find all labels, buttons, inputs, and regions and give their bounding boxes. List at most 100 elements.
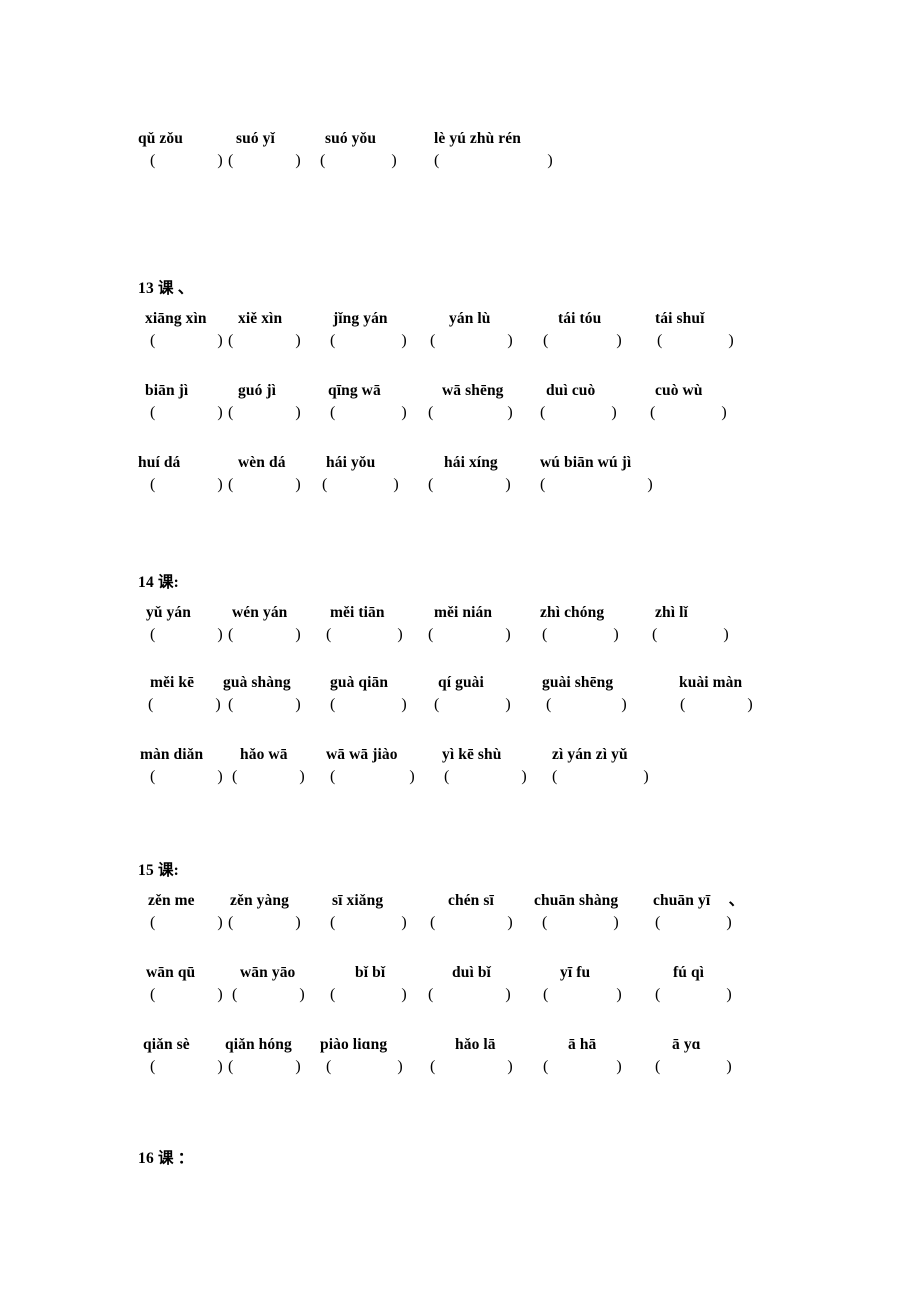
answer-blank[interactable]: (): [150, 624, 223, 646]
pinyin-word: měi nián: [434, 604, 493, 621]
paren-close: ): [295, 404, 301, 421]
pinyin-line: màn diǎn hǎo wā wā wā jiào yì kē shù zì yán …: [0, 744, 920, 768]
answer-blank[interactable]: (): [232, 984, 305, 1006]
answer-blank[interactable]: (): [542, 624, 619, 646]
pinyin-word: piào liɑng: [320, 1036, 388, 1053]
answer-blank[interactable]: (): [542, 912, 619, 934]
answer-blank[interactable]: (): [434, 694, 511, 716]
pinyin-word: màn diǎn: [140, 746, 204, 763]
answer-blank[interactable]: (): [330, 766, 415, 788]
answer-blank[interactable]: (): [652, 624, 729, 646]
pinyin-word: qǔ zǒu: [138, 130, 183, 147]
paren-open: (: [552, 768, 558, 785]
pinyin-word: yán lù: [449, 310, 491, 327]
paren-close: ): [217, 986, 223, 1003]
answer-blank[interactable]: (): [232, 766, 305, 788]
pinyin-word: suó yǒu: [325, 130, 377, 147]
answer-blank[interactable]: (): [228, 694, 301, 716]
answer-blank[interactable]: (): [228, 402, 301, 424]
answer-blank[interactable]: (): [228, 624, 301, 646]
answer-blank[interactable]: (): [434, 150, 553, 172]
pinyin-word: wén yán: [232, 604, 288, 621]
answer-blank[interactable]: (): [540, 402, 617, 424]
paren-close: ): [401, 404, 407, 421]
answer-blank[interactable]: (): [657, 330, 734, 352]
pinyin-word: hǎo wā: [240, 746, 288, 763]
answer-blank[interactable]: (): [655, 984, 732, 1006]
paren-close: ): [397, 1058, 403, 1075]
pinyin-word: duì cuò: [546, 382, 596, 399]
pinyin-word: guà qiān: [330, 674, 389, 691]
answer-blank[interactable]: (): [150, 330, 223, 352]
answer-blank[interactable]: (): [330, 402, 407, 424]
answer-blank[interactable]: (): [150, 402, 223, 424]
pinyin-word: zhì chóng: [540, 604, 605, 621]
paren-open: (: [543, 986, 549, 1003]
answer-blank[interactable]: (): [543, 330, 622, 352]
answer-blank[interactable]: (): [150, 474, 223, 496]
paren-open: (: [330, 404, 336, 421]
pinyin-line: huí dá wèn dá hái yǒu hái xíng wú biān wú jì: [0, 452, 920, 476]
pinyin-word: wā shēng: [442, 382, 504, 399]
answer-blanks-line: ()()()()()(): [0, 330, 920, 354]
answer-blank[interactable]: (): [655, 1056, 732, 1078]
answer-blank[interactable]: (): [330, 912, 407, 934]
answer-blank[interactable]: (): [430, 912, 513, 934]
paren-close: ): [547, 152, 553, 169]
answer-blank[interactable]: (): [322, 474, 399, 496]
pinyin-word: wā wā jiào: [326, 746, 398, 763]
answer-blank[interactable]: (): [320, 150, 397, 172]
answer-blank[interactable]: (): [330, 330, 407, 352]
paren-open: (: [655, 1058, 661, 1075]
answer-blank[interactable]: (): [680, 694, 753, 716]
answer-blank[interactable]: (): [150, 912, 223, 934]
answer-blank[interactable]: (): [150, 1056, 223, 1078]
paren-open: (: [150, 1058, 156, 1075]
pinyin-word: lè yú zhù rén: [434, 130, 521, 147]
answer-blank[interactable]: (): [655, 912, 732, 934]
answer-blanks-line: ()()()()()(): [0, 1056, 920, 1080]
answer-blank[interactable]: (): [228, 474, 301, 496]
paren-close: ): [401, 332, 407, 349]
answer-blank[interactable]: (): [428, 402, 513, 424]
answer-blank[interactable]: (): [650, 402, 727, 424]
paren-close: ): [217, 332, 223, 349]
answer-blank[interactable]: (): [330, 694, 407, 716]
answer-blank[interactable]: (): [326, 1056, 403, 1078]
answer-blank[interactable]: (): [552, 766, 649, 788]
answer-blank[interactable]: (): [150, 984, 223, 1006]
answer-blank[interactable]: (): [330, 984, 407, 1006]
pinyin-word: chén sī: [448, 892, 494, 909]
paren-open: (: [652, 626, 658, 643]
answer-blank[interactable]: (): [228, 1056, 301, 1078]
answer-blank[interactable]: (): [543, 1056, 622, 1078]
answer-blank[interactable]: (): [428, 624, 511, 646]
paren-open: (: [326, 626, 332, 643]
answer-blank[interactable]: (): [430, 1056, 513, 1078]
answer-blank[interactable]: (): [428, 984, 511, 1006]
answer-blanks-line: ()()()(): [0, 150, 920, 174]
paren-close: ): [621, 696, 627, 713]
paren-open: (: [150, 768, 156, 785]
answer-blank[interactable]: (): [546, 694, 627, 716]
answer-blank[interactable]: (): [150, 150, 223, 172]
paren-close: ): [611, 404, 617, 421]
answer-blank[interactable]: (): [428, 474, 511, 496]
paren-open: (: [428, 476, 434, 493]
paren-open: (: [228, 626, 234, 643]
answer-blank[interactable]: (): [228, 912, 301, 934]
answer-blank[interactable]: (): [150, 766, 223, 788]
paren-close: ): [217, 626, 223, 643]
answer-blank[interactable]: (): [148, 694, 221, 716]
answer-blank[interactable]: (): [228, 330, 301, 352]
answer-blank[interactable]: (): [444, 766, 527, 788]
answer-blank[interactable]: (): [540, 474, 653, 496]
answer-blank[interactable]: (): [228, 150, 301, 172]
paren-close: ): [507, 1058, 513, 1075]
pinyin-word: sī xiǎng: [332, 892, 384, 909]
lesson-heading: 13 课 、: [138, 280, 194, 297]
answer-blank[interactable]: (): [430, 330, 513, 352]
answer-blank[interactable]: (): [543, 984, 622, 1006]
paren-open: (: [655, 986, 661, 1003]
answer-blank[interactable]: (): [326, 624, 403, 646]
